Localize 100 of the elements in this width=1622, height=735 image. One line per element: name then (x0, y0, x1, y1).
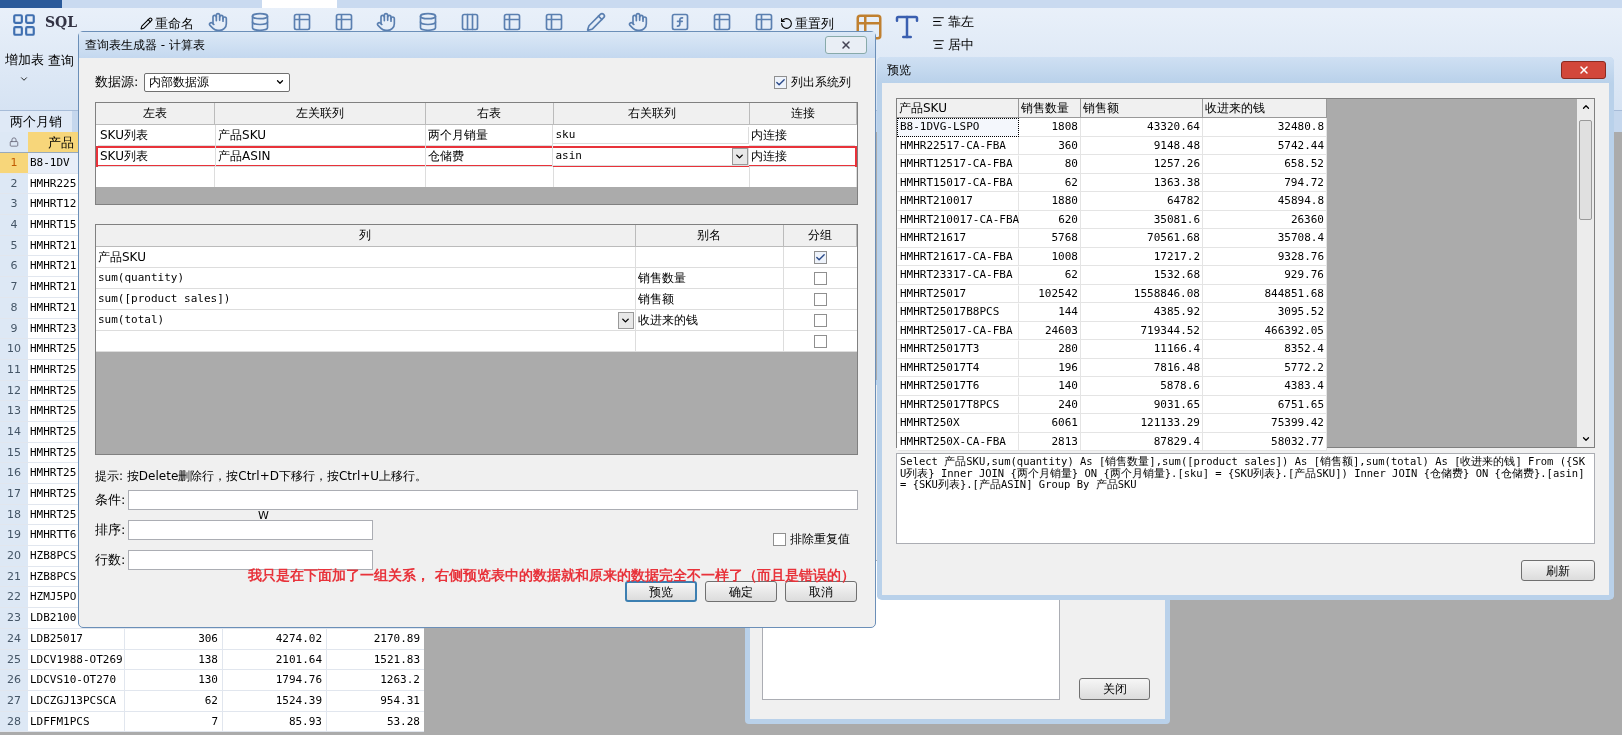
toolbar-icon[interactable] (460, 12, 480, 32)
table-cell: HMHRT25017B8PCS (897, 303, 1019, 322)
table-cell: 销售数量 (637, 271, 686, 285)
toolbar-icon[interactable] (628, 12, 648, 32)
row-number[interactable]: 8 (0, 297, 28, 318)
dropdown-arrow-button[interactable] (617, 311, 634, 329)
table-cell-text: LDCZGJ13PCSCA (30, 692, 117, 709)
refresh-button[interactable]: 刷新 (1521, 560, 1595, 581)
row-number[interactable]: 4 (0, 215, 28, 235)
row-number[interactable]: 12 (0, 380, 28, 401)
table-row[interactable]: SKU列表 产品SKU 两个月销量 sku 内连接 (96, 125, 857, 146)
checkbox[interactable] (773, 532, 786, 546)
toolbar-icon[interactable] (502, 12, 522, 32)
row-number[interactable]: 6 (0, 256, 28, 277)
row-number[interactable]: 24 (0, 628, 28, 649)
toolbar-icon[interactable] (376, 12, 396, 32)
checkbox[interactable] (814, 313, 828, 327)
table-row[interactable]: SKU列表 产品ASIN 仓储费 asin 内连接 (96, 146, 857, 167)
row-number[interactable]: 2 (0, 173, 28, 194)
table-cell: 4385.92 (1081, 303, 1203, 322)
checkbox[interactable] (814, 250, 828, 264)
toolbar-icon[interactable] (334, 12, 354, 32)
row-number[interactable]: 16 (0, 463, 28, 483)
row-number[interactable]: 11 (0, 359, 28, 380)
scroll-down-icon[interactable] (1580, 434, 1591, 444)
table-cell: 62 (124, 690, 222, 711)
table-cell: 1263.2 (326, 670, 424, 690)
table-cell-text: B8-1DV (30, 155, 70, 171)
row-number[interactable]: 15 (0, 442, 28, 463)
input-field[interactable] (128, 490, 858, 510)
row-number[interactable]: 7 (0, 277, 28, 297)
table-cell: 280 (1019, 340, 1081, 359)
toolbar-icon[interactable] (250, 12, 270, 32)
checkbox[interactable] (814, 292, 828, 306)
table-cell: 43320.64 (1081, 118, 1203, 137)
row-number[interactable]: 28 (0, 711, 28, 732)
checkbox[interactable] (814, 334, 828, 348)
row-number[interactable]: 13 (0, 401, 28, 421)
table-row[interactable]: sum(quantity) 销售数量 (96, 268, 857, 289)
row-number[interactable]: 23 (0, 608, 28, 628)
table-cell: 3095.52 (1203, 303, 1327, 322)
checkbox[interactable] (774, 75, 787, 89)
checkbox[interactable] (814, 271, 828, 285)
toolbar-icon[interactable] (208, 12, 228, 32)
row-number[interactable]: 17 (0, 484, 28, 504)
row-number[interactable]: 20 (0, 546, 28, 566)
row-number[interactable]: 27 (0, 690, 28, 711)
table-row[interactable]: sum(total) 收进来的钱 (96, 310, 857, 331)
table-row[interactable]: sum([product sales]) 销售额 (96, 289, 857, 310)
toolbar-icon[interactable] (418, 12, 438, 32)
datasource-dropdown[interactable]: 内部数据源 (144, 72, 291, 92)
dialog-button[interactable]: 预览 (625, 581, 697, 602)
table-cell-text: sum(total) (98, 311, 165, 328)
table-cell: B8-1DVG-LSPO (897, 118, 1019, 137)
toolbar-icon[interactable] (754, 12, 774, 32)
table-cell-text: HMHRT25 (30, 506, 77, 523)
table-cell-text: HMHR225 (30, 175, 77, 192)
table-cell-text: HMHRT25 (30, 382, 77, 399)
row-number[interactable]: 22 (0, 587, 28, 608)
scrollbar[interactable] (1577, 99, 1594, 447)
sql-text-area[interactable]: Select 产品SKU,sum(quantity) As [销售数量],sum([product sales]) As [销售额],sum(total) As [收进来的钱] From ({SKU列表} Inner JOIN {两个月销量} ON {两个月销量}.[sku] = {SKU列表}.[产品SKU]) Inner JOIN {仓储费} ON {仓储费}.[asin] = {SKU列表}.[产品ASIN] Group By 产品SKU (896, 453, 1595, 544)
table-row[interactable]: 产品SKU (96, 247, 857, 268)
checkbox-label: 列出系统列 (791, 74, 851, 91)
close-button[interactable] (1561, 61, 1606, 79)
align-left-button[interactable]: 靠左 (948, 12, 974, 32)
row-number[interactable]: 25 (0, 649, 28, 670)
row-number[interactable]: 21 (0, 566, 28, 587)
scroll-thumb[interactable] (1579, 120, 1592, 220)
scroll-up-icon[interactable] (1580, 102, 1591, 112)
toolbar-icon[interactable] (586, 12, 606, 32)
row-number[interactable]: 3 (0, 194, 28, 215)
close-button[interactable] (825, 36, 867, 54)
table-cell-text: HMHRT25 (30, 341, 77, 358)
toolbar-icon[interactable] (670, 12, 690, 32)
sheet-tab[interactable]: 两个月销 (0, 111, 72, 132)
reset-columns-button[interactable]: 重置列 (795, 14, 834, 34)
toolbar-icon[interactable] (292, 12, 312, 32)
row-number[interactable]: 19 (0, 525, 28, 546)
row-number[interactable]: 5 (0, 235, 28, 256)
input-field[interactable] (128, 550, 373, 570)
add-table-label[interactable]: 增加表 (4, 50, 44, 70)
table-cell: 929.76 (1203, 266, 1327, 285)
close-button[interactable]: 关闭 (1079, 678, 1150, 700)
table-cell-text: HMHRT23 (30, 320, 77, 337)
input-field[interactable] (128, 520, 373, 540)
table-cell: 75399.42 (1203, 414, 1327, 433)
row-number[interactable]: 14 (0, 421, 28, 442)
toolbar-icon[interactable] (712, 12, 732, 32)
row-number[interactable]: 10 (0, 339, 28, 359)
dropdown-arrow-button[interactable] (731, 147, 748, 165)
rename-button[interactable]: 重命名 (155, 14, 194, 34)
query-label[interactable]: 查询 (48, 51, 74, 71)
row-number[interactable]: 26 (0, 670, 28, 690)
table-cell: 1808 (1019, 118, 1081, 137)
toolbar-icon[interactable] (544, 12, 564, 32)
table-cell: HMHRT25017T3 (897, 340, 1019, 359)
table-cell: HMHRT250X (897, 414, 1019, 433)
row-number[interactable]: 9 (0, 318, 28, 339)
align-center-button[interactable]: 居中 (948, 34, 974, 54)
row-number[interactable]: 18 (0, 504, 28, 525)
